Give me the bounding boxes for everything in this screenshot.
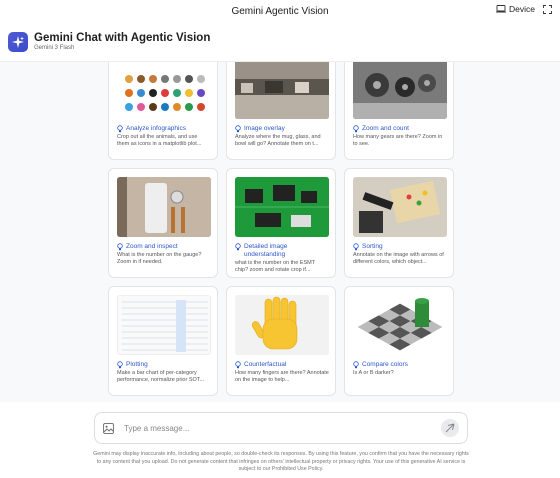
card-description: Crop out all the animals, and use them a… — [117, 134, 202, 147]
app-subtitle: Gemini 3 Flash — [34, 45, 75, 51]
lightbulb-icon — [235, 125, 241, 133]
card-title: Compare colors — [362, 361, 408, 368]
example-card-image-overlay[interactable]: Image overlay Analyze where the mug, gla… — [226, 62, 336, 160]
example-card-plotting[interactable]: Plotting Make a bar chart of per-categor… — [108, 286, 218, 396]
card-title: Counterfactual — [244, 361, 287, 368]
message-input[interactable] — [124, 423, 441, 433]
lightbulb-icon — [117, 243, 123, 251]
lightbulb-icon — [353, 361, 359, 369]
card-title: Zoom and inspect — [126, 243, 178, 250]
lightbulb-icon — [353, 243, 359, 251]
lightbulb-icon — [235, 361, 241, 369]
card-description: What is the number on the gauge? Zoom in… — [117, 252, 202, 265]
example-card-analyze-infographics[interactable]: Analyze infographics Crop out all the an… — [108, 62, 218, 160]
card-thumbnail — [117, 177, 211, 237]
card-description: Is A or B darker? — [353, 370, 394, 376]
example-card-sorting[interactable]: Sorting Annotate on the image with arrow… — [344, 168, 454, 278]
window-controls: Device — [496, 4, 552, 14]
lightbulb-icon — [117, 361, 123, 369]
card-title: Detailed image understanding — [244, 243, 288, 258]
card-description: How many fingers are there? Annotate on … — [235, 370, 329, 383]
composer-area: Gemini may display inaccurate info, incl… — [0, 402, 560, 478]
card-thumbnail — [353, 177, 447, 237]
card-title: Analyze infographics — [126, 125, 186, 132]
card-title: Image overlay — [244, 125, 285, 132]
example-card-detailed-image-understanding[interactable]: Detailed image understanding what is the… — [226, 168, 336, 278]
card-description: what is the number on the ESMT chip? zoo… — [235, 260, 315, 273]
example-card-zoom-and-count[interactable]: Zoom and count How many gears are there?… — [344, 62, 454, 160]
card-thumbnail — [117, 295, 211, 355]
card-thumbnail — [353, 295, 447, 355]
disclaimer-text: Gemini may display inaccurate info, incl… — [93, 451, 469, 472]
card-thumbnail — [353, 62, 447, 119]
device-button[interactable]: Device — [496, 4, 535, 14]
card-thumbnail — [235, 62, 329, 119]
image-upload-icon[interactable] — [103, 422, 114, 434]
example-card-zoom-and-inspect[interactable]: Zoom and inspect What is the number on t… — [108, 168, 218, 278]
send-button[interactable] — [441, 419, 459, 437]
card-title: Sorting — [362, 243, 383, 250]
card-thumbnail — [117, 62, 211, 119]
lightbulb-icon — [353, 125, 359, 133]
card-description: How many gears are there? Zoom in to see… — [353, 134, 443, 147]
message-composer — [94, 412, 468, 444]
window-title: Gemini Agentic Vision — [231, 5, 329, 17]
lightbulb-icon — [235, 243, 241, 251]
card-description: Make a bar chart of per-category perform… — [117, 370, 205, 383]
fullscreen-icon[interactable] — [543, 4, 552, 14]
app-logo — [8, 31, 28, 52]
card-thumbnail — [235, 295, 329, 355]
card-title: Zoom and count — [362, 125, 409, 132]
example-card-counterfactual[interactable]: Counterfactual How many fingers are ther… — [226, 286, 336, 396]
device-icon — [496, 5, 507, 13]
device-label: Device — [509, 4, 535, 14]
window-title-bar: Gemini Agentic Vision Device — [0, 0, 560, 22]
card-description: Annotate on the image with arrows of dif… — [353, 252, 444, 265]
card-title: Plotting — [126, 361, 148, 368]
example-card-compare-colors[interactable]: Compare colors Is A or B darker? — [344, 286, 454, 396]
card-thumbnail — [235, 177, 329, 237]
app-header: Gemini Chat with Agentic Vision Gemini 3… — [0, 22, 560, 62]
app-title: Gemini Chat with Agentic Vision — [34, 32, 211, 44]
card-description: Analyze where the mug, glass, and bowl w… — [235, 134, 321, 147]
examples-area[interactable]: Analyze infographics Crop out all the an… — [0, 62, 560, 402]
lightbulb-icon — [117, 125, 123, 133]
sparkle-icon — [12, 35, 24, 48]
send-icon — [445, 423, 455, 433]
